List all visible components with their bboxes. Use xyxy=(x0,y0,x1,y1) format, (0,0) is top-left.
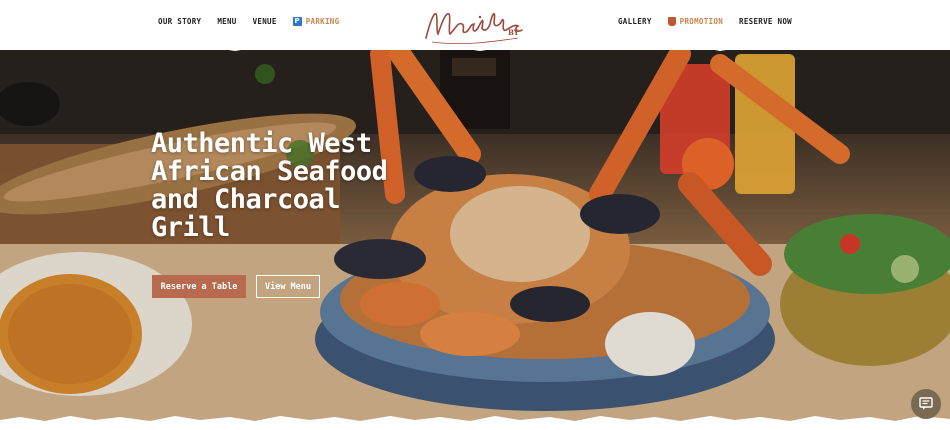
nav-gallery[interactable]: GALLERY xyxy=(618,17,652,26)
nav-label: RESERVE NOW xyxy=(739,17,792,26)
hero-section: Authentic West African Seafood and Charc… xyxy=(0,44,950,430)
hero-food-photo xyxy=(0,44,950,430)
nav-right-group: GALLERY PROMOTION RESERVE NOW xyxy=(618,17,792,26)
nav-reserve-now[interactable]: RESERVE NOW xyxy=(739,17,792,26)
nav-label: GALLERY xyxy=(617,17,652,26)
hero-headline: Authentic West African Seafood and Charc… xyxy=(151,128,388,243)
logo-sub-text: BY xyxy=(508,28,519,37)
nav-parking[interactable]: P PARKING xyxy=(292,17,340,26)
torn-paper-bottom xyxy=(0,416,950,430)
chat-icon xyxy=(919,397,933,410)
nav-label: PROMOTION xyxy=(679,17,724,26)
restaurant-logo[interactable]: BY xyxy=(422,2,532,48)
nav-menu[interactable]: MENU xyxy=(217,17,236,26)
nav-our-story[interactable]: OUR STORY xyxy=(158,17,201,26)
parking-icon: P xyxy=(292,17,302,26)
reserve-table-button[interactable]: Reserve a Table xyxy=(152,275,246,298)
nav-left-group: OUR STORY MENU VENUE P PARKING xyxy=(158,17,339,26)
nav-label: OUR STORY xyxy=(158,17,202,26)
nav-label: VENUE xyxy=(252,17,277,26)
chat-button[interactable] xyxy=(911,389,941,419)
top-navigation: OUR STORY MENU VENUE P PARKING BY GALLER… xyxy=(0,0,950,50)
nav-promotion[interactable]: PROMOTION xyxy=(667,17,724,26)
logo-script xyxy=(425,12,523,45)
view-menu-button[interactable]: View Menu xyxy=(256,275,320,298)
nav-label: MENU xyxy=(217,17,237,26)
nav-label: PARKING xyxy=(305,17,340,26)
nav-venue[interactable]: VENUE xyxy=(253,17,277,26)
tag-icon xyxy=(667,17,676,26)
